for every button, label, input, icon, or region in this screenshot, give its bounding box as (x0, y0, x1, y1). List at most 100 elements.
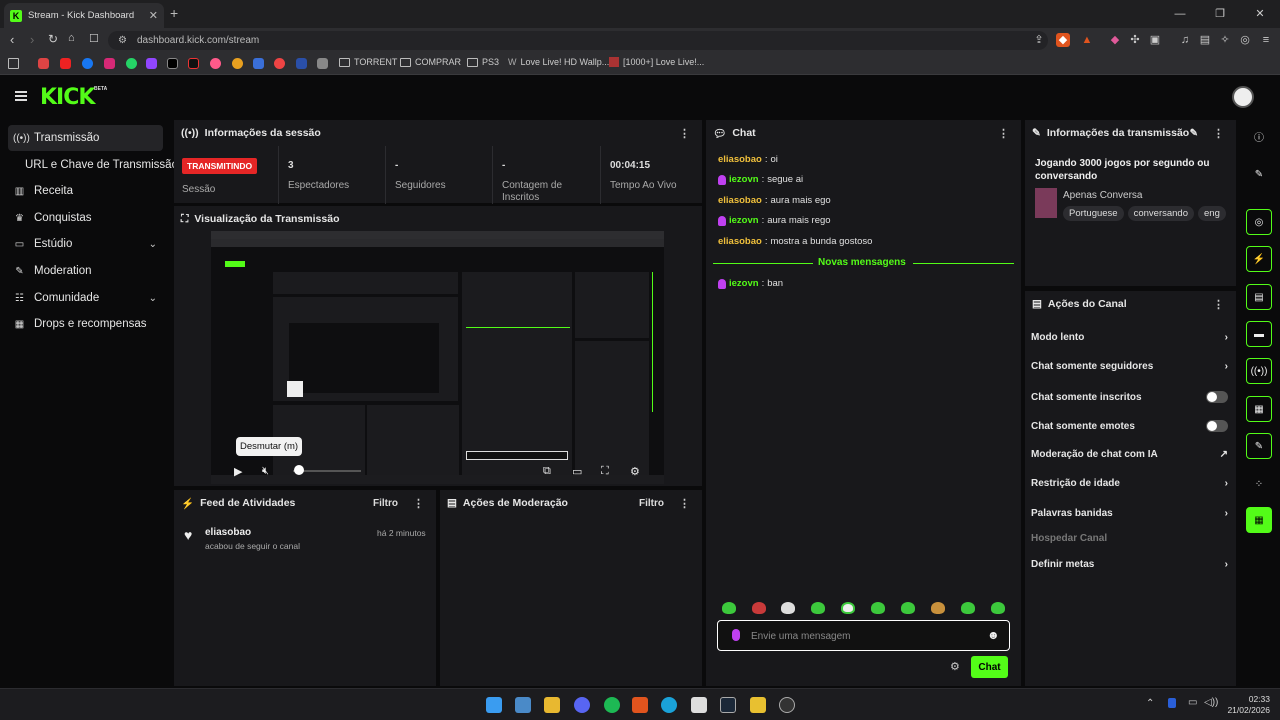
emote-icon[interactable] (901, 602, 915, 614)
leo-ai-icon[interactable]: ✧ (1218, 33, 1232, 47)
bookmark-icon[interactable]: ☐ (89, 32, 99, 45)
more-options-icon[interactable]: ⋮ (998, 127, 1009, 140)
menu-icon[interactable]: ≡ (1259, 33, 1273, 47)
hamburger-menu-icon[interactable] (15, 91, 27, 101)
maximize-button[interactable]: ❐ (1200, 0, 1240, 28)
network-icon[interactable]: ▭ (1188, 697, 1197, 708)
play-icon[interactable]: ▶ (234, 465, 242, 478)
sidebar-item-comunidade[interactable]: ☷ Comunidade ⌄ (8, 285, 163, 311)
close-tab-icon[interactable]: ✕ (149, 9, 158, 22)
instagram-icon[interactable] (104, 58, 115, 69)
more-options-icon[interactable]: ⋮ (1213, 127, 1224, 140)
sidebar-item-conquistas[interactable]: ♛ Conquistas (8, 205, 163, 231)
chat-message-input[interactable] (751, 628, 971, 644)
emote-icon[interactable] (991, 602, 1005, 614)
brave-shields-icon[interactable]: ◆ (1056, 33, 1070, 47)
brave-rewards-icon[interactable]: ▲ (1080, 33, 1094, 47)
screenshot-icon[interactable]: ◎ (1246, 209, 1272, 235)
tag[interactable]: conversando (1127, 206, 1194, 221)
browser-tab[interactable]: K Stream - Kick Dashboard ✕ (4, 3, 164, 28)
sidebar-item-estudio[interactable]: ▭ Estúdio ⌄ (8, 231, 163, 257)
app-star-icon[interactable] (750, 697, 766, 713)
edit-pencil-icon[interactable]: ✎ (1190, 128, 1198, 139)
brave-browser-icon[interactable] (632, 697, 648, 713)
muted-speaker-icon[interactable]: 🔇︎ (262, 465, 269, 478)
send-chat-button[interactable]: Chat (971, 656, 1008, 678)
chat-bubble-icon[interactable]: ▬ (1246, 321, 1272, 347)
tag[interactable]: eng (1198, 206, 1226, 221)
more-options-icon[interactable]: ⋮ (679, 127, 690, 140)
x-icon[interactable] (167, 58, 178, 69)
site-info-icon[interactable]: ⚙ (118, 35, 127, 46)
new-tab-button[interactable]: + (170, 5, 178, 21)
emote-icon[interactable] (752, 602, 766, 614)
emote-icon[interactable] (961, 602, 975, 614)
action-definir-metas[interactable]: Definir metas › (1031, 559, 1228, 570)
kick-logo[interactable]: KICK (40, 85, 95, 110)
tray-app-icon[interactable] (1168, 698, 1176, 708)
music-icon[interactable]: ♫ (1178, 33, 1192, 47)
layout-icon[interactable]: ▦ (1246, 396, 1272, 422)
notepad-icon[interactable] (691, 697, 707, 713)
theater-mode-icon[interactable]: ▭ (572, 465, 582, 478)
chat-username[interactable]: eliasobao (718, 154, 762, 165)
action-chat-seguidores[interactable]: Chat somente seguidores › (1031, 361, 1228, 372)
settings-gear-icon[interactable]: ⚙ (630, 465, 640, 478)
tag[interactable]: Portuguese (1063, 206, 1124, 221)
toggle-switch[interactable] (1206, 420, 1228, 432)
volume-slider-handle[interactable] (294, 465, 304, 475)
forward-icon[interactable]: › (30, 32, 34, 47)
toggle-switch[interactable] (1206, 391, 1228, 403)
gmail-icon[interactable] (38, 58, 49, 69)
steam-icon[interactable] (720, 697, 736, 713)
lightning-icon[interactable]: ⚡ (1246, 246, 1272, 272)
sidebar-item-transmissao[interactable]: ((•)) Transmissão (8, 125, 163, 151)
emote-icon[interactable] (781, 602, 795, 614)
whatsapp-icon[interactable] (126, 58, 137, 69)
new-messages-divider[interactable]: Novas mensagens (713, 256, 1014, 270)
tiktok-icon[interactable] (188, 58, 199, 69)
filter-button[interactable]: Filtro (639, 498, 664, 509)
add-widget-icon[interactable]: ▦ (1246, 507, 1272, 533)
sidebar-item-moderation[interactable]: ✎ Moderation (8, 258, 163, 284)
sidebar-item-url-chave[interactable]: URL e Chave de Transmissão (20, 152, 178, 178)
extensions-icon[interactable]: ✣ (1128, 33, 1142, 47)
apps-dots-icon[interactable]: ⁘ (1246, 471, 1272, 497)
chat-username[interactable]: eliasobao (718, 236, 762, 247)
apps-icon[interactable] (8, 58, 19, 69)
bookmark-red-icon[interactable] (274, 58, 285, 69)
bookmark-folder-comprar[interactable]: COMPRAR (400, 57, 461, 67)
extension-icon[interactable]: ◆ (1108, 33, 1122, 47)
broadcast-icon[interactable]: ((•)) (1246, 358, 1272, 384)
file-explorer-icon[interactable] (544, 697, 560, 713)
photos-icon[interactable] (515, 697, 531, 713)
tab-search-icon[interactable]: ▣ (1148, 33, 1162, 47)
edit-pencil-icon[interactable]: ✎ (1246, 161, 1272, 187)
info-icon[interactable]: ⓘ (1246, 123, 1272, 149)
mic-icon[interactable] (732, 629, 740, 641)
facebook-icon[interactable] (82, 58, 93, 69)
more-options-icon[interactable]: ⋮ (679, 497, 690, 510)
fullscreen-icon[interactable]: ⛶ (601, 465, 609, 478)
more-options-icon[interactable]: ⋮ (1213, 298, 1224, 311)
discord-icon[interactable] (574, 697, 590, 713)
reload-icon[interactable]: ↻ (48, 32, 58, 46)
action-palavras-banidas[interactable]: Palavras banidas › (1031, 508, 1228, 519)
emoji-icon[interactable]: ☻ (987, 628, 1000, 642)
chat-input-box[interactable]: ☻ (717, 620, 1010, 651)
category-name[interactable]: Apenas Conversa (1063, 190, 1143, 201)
volume-icon[interactable]: ◁)) (1204, 697, 1218, 708)
filter-button[interactable]: Filtro (373, 498, 398, 509)
chat-username[interactable]: iezovn (729, 215, 759, 226)
chat-settings-gear-icon[interactable]: ⚙ (950, 660, 960, 673)
chat-username[interactable]: iezovn (729, 174, 759, 185)
bookmark-folder-torrent[interactable]: TORRENT (339, 57, 397, 67)
windows-start-icon[interactable] (486, 697, 502, 713)
emote-icon[interactable] (931, 602, 945, 614)
activity-user[interactable]: eliasobao (205, 527, 251, 538)
tray-overflow-icon[interactable]: ⌃ (1146, 698, 1154, 709)
emote-icon[interactable] (811, 602, 825, 614)
wallet-icon[interactable]: ▤ (1198, 33, 1212, 47)
more-options-icon[interactable]: ⋮ (413, 497, 424, 510)
bookmark-prime-icon[interactable] (296, 58, 307, 69)
